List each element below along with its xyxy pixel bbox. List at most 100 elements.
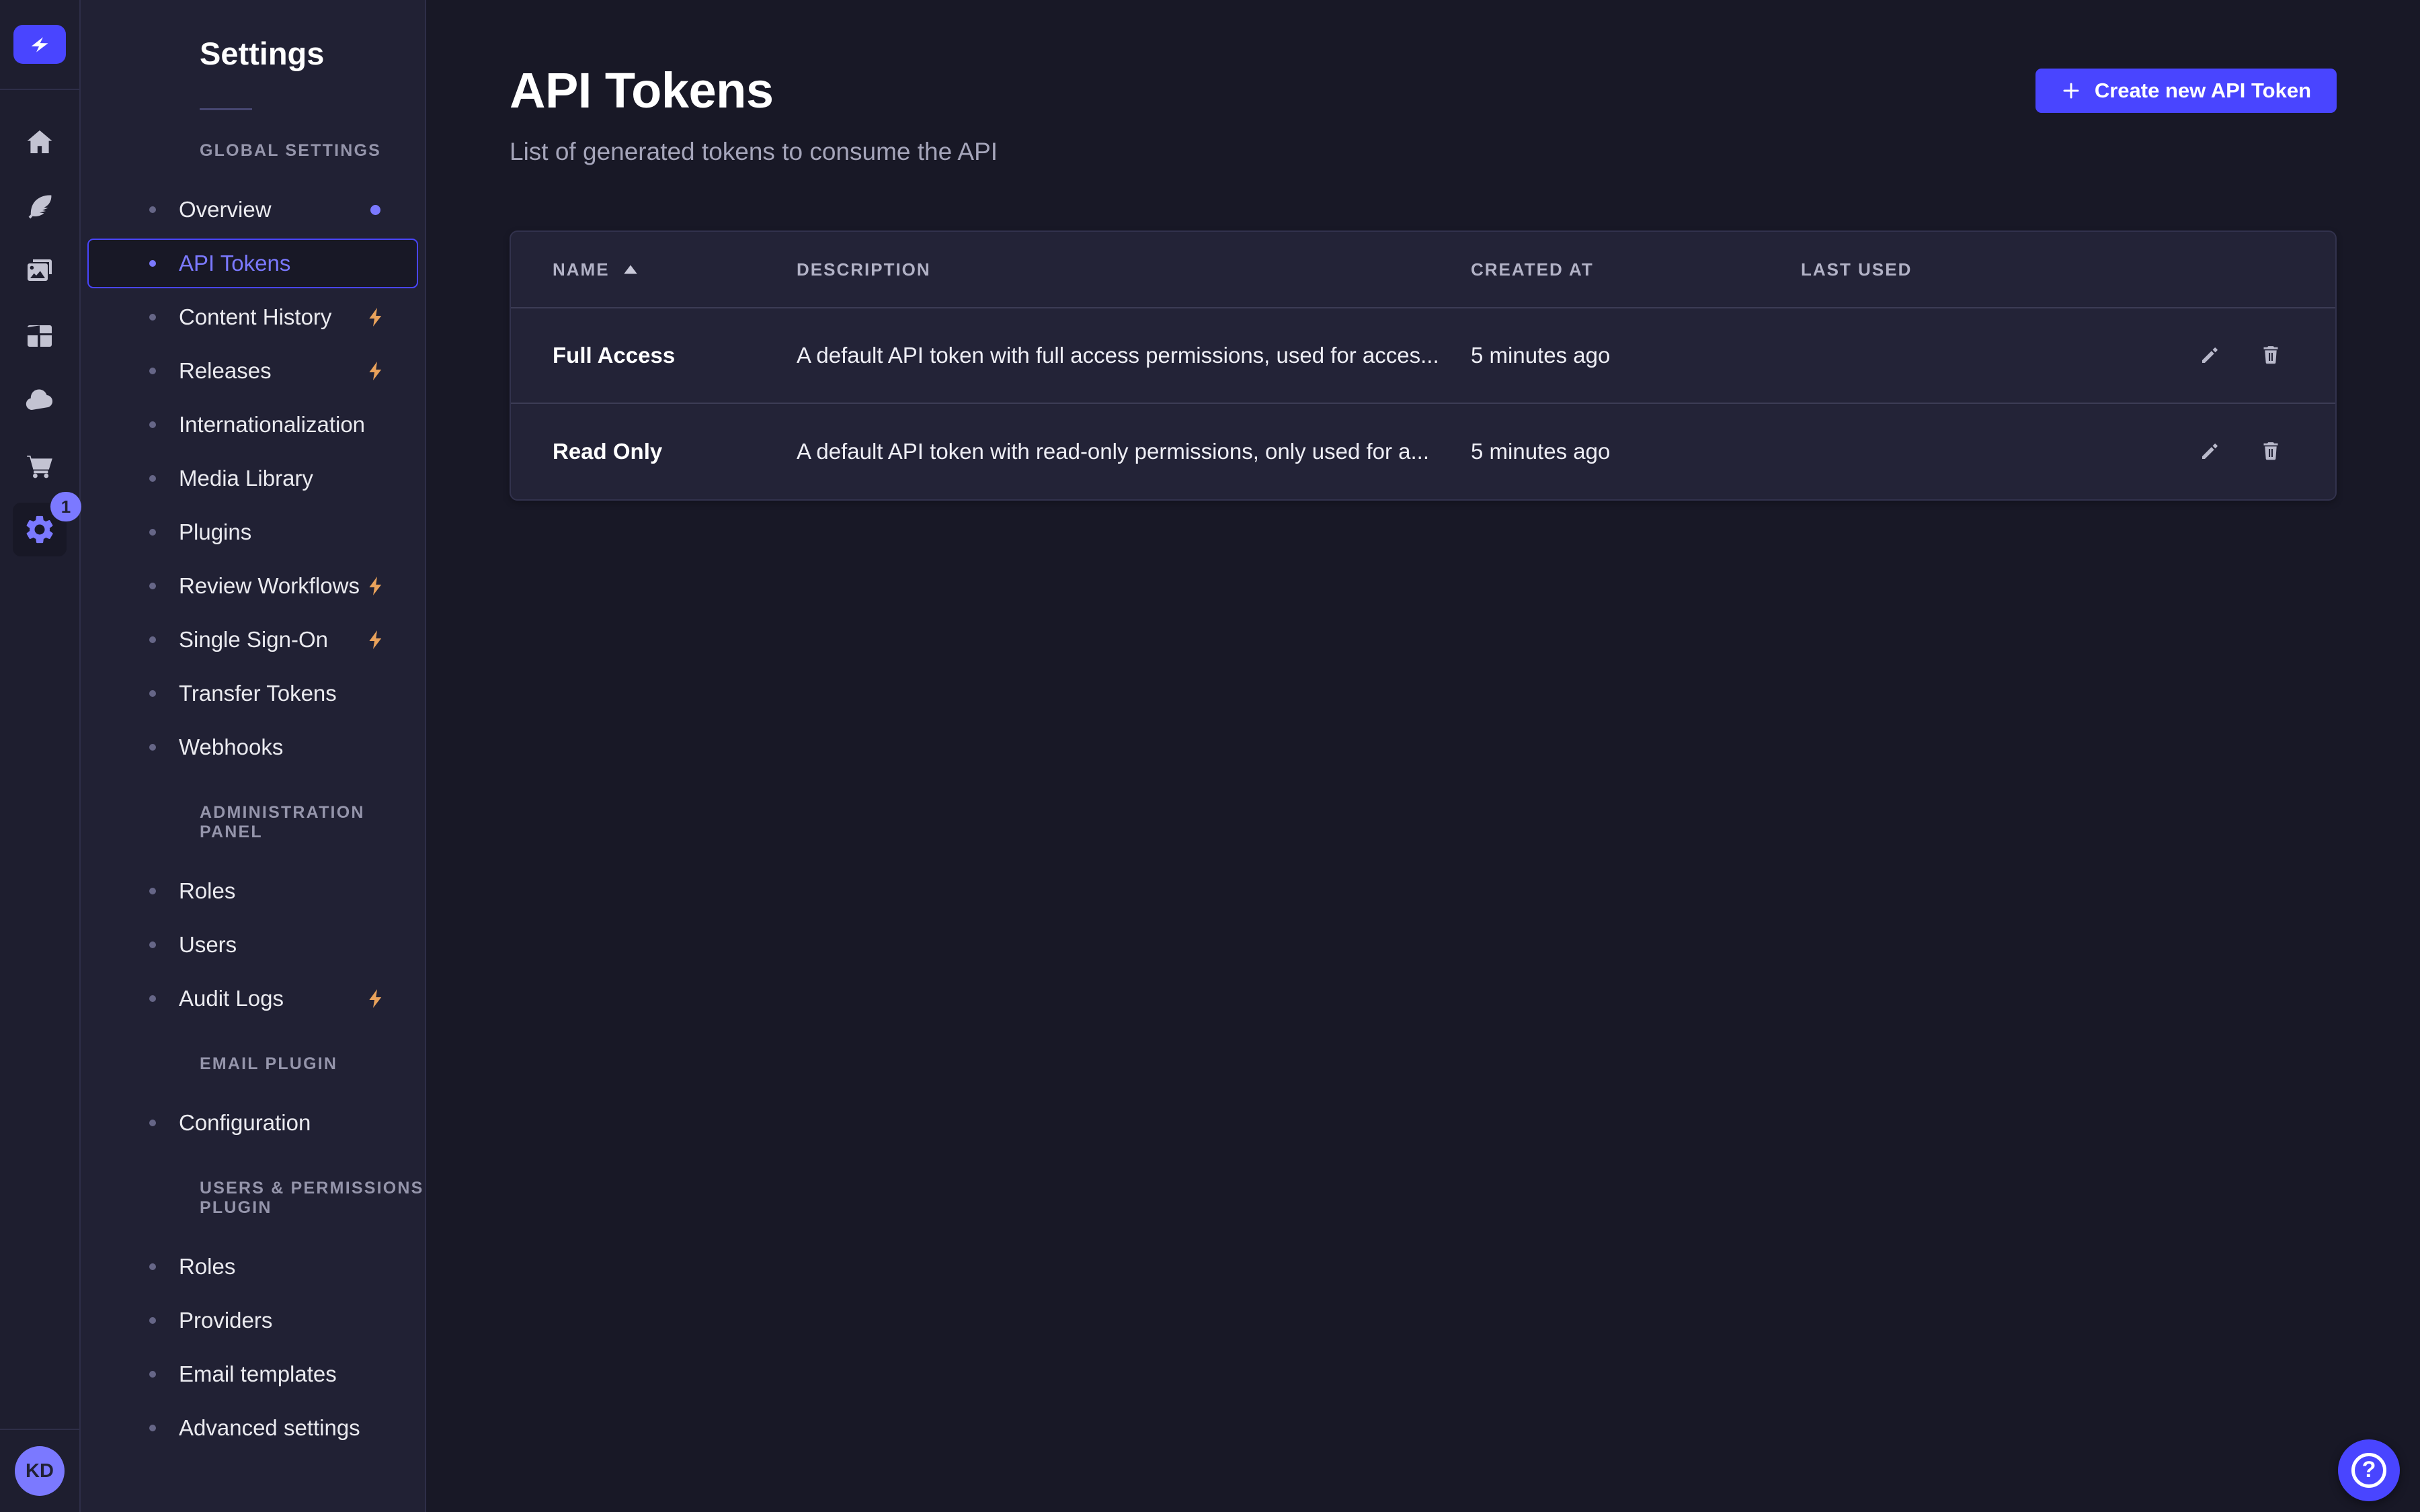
sidebar-item-label: Webhooks (179, 734, 283, 760)
column-header-description[interactable]: DESCRIPTION (797, 259, 1471, 280)
cell-created-at: 5 minutes ago (1471, 343, 1801, 368)
api-tokens-table-card: NAME DESCRIPTION CREATED ATLAST USED Full … (510, 230, 2337, 501)
bullet-icon (149, 888, 156, 894)
table-row[interactable]: Full AccessA default API token with full… (511, 308, 2335, 404)
home-icon (24, 126, 56, 159)
app-root: 1 KD Settings GLOBAL SETTINGSOverviewAPI… (0, 0, 2420, 1512)
edit-token-button[interactable] (2195, 437, 2225, 466)
lightning-bolt-icon (364, 628, 393, 651)
subnav-section: USERS & PERMISSIONS PLUGIN RolesProviders… (81, 1179, 425, 1453)
images-icon (24, 255, 56, 288)
bullet-icon (149, 421, 156, 428)
column-header-name[interactable]: NAME (553, 259, 797, 280)
rail-item-marketplace[interactable] (7, 433, 72, 497)
settings-notification-badge: 1 (50, 492, 81, 521)
bullet-icon (149, 529, 156, 536)
subnav-section-label: USERS & PERMISSIONS PLUGIN (81, 1179, 425, 1218)
bullet-icon (149, 995, 156, 1002)
rail-item-cloud[interactable] (7, 368, 72, 433)
notification-dot-icon (370, 205, 380, 215)
sidebar-item-single-sign-on[interactable]: Single Sign-On (87, 615, 418, 665)
help-button[interactable]: ? (2338, 1439, 2400, 1501)
rail-bottom: KD (0, 1429, 79, 1512)
rail-item-home[interactable] (7, 110, 72, 175)
subnav-section-label: ADMINISTRATION PANEL (81, 803, 425, 842)
rail-item-settings[interactable]: 1 (7, 497, 72, 562)
column-header-label: DESCRIPTION (797, 259, 931, 280)
edit-token-button[interactable] (2195, 341, 2225, 370)
bullet-icon (149, 636, 156, 643)
sidebar-item-webhooks[interactable]: Webhooks (87, 722, 418, 772)
bullet-icon (149, 260, 156, 267)
delete-token-button[interactable] (2256, 341, 2286, 370)
gear-icon (23, 513, 56, 546)
sidebar-item-providers[interactable]: Providers (87, 1296, 418, 1345)
sidebar-item-transfer-tokens[interactable]: Transfer Tokens (87, 669, 418, 718)
cell-description: A default API token with full access per… (797, 343, 1471, 368)
column-header-created-at[interactable]: CREATED AT (1471, 259, 1801, 280)
sidebar-item-label: Transfer Tokens (179, 681, 337, 706)
strapi-logo[interactable] (13, 25, 66, 64)
cell-created-at: 5 minutes ago (1471, 439, 1801, 464)
rail-icon-list: 1 (7, 90, 72, 562)
subnav-item-list: RolesProviders Email templates Advanced se… (81, 1242, 425, 1453)
cell-description: A default API token with read-only permi… (797, 439, 1471, 464)
sidebar-item-review-workflows[interactable]: Review Workflows (87, 561, 418, 611)
lightning-bolt-icon (364, 360, 393, 382)
sidebar-item-configuration[interactable]: Configuration (87, 1098, 418, 1148)
sidebar-item-label: Overview (179, 197, 272, 222)
rail-item-media-library[interactable] (7, 239, 72, 304)
question-mark-icon: ? (2351, 1453, 2386, 1488)
table-row[interactable]: Read OnlyA default API token with read-o… (511, 404, 2335, 499)
sidebar-item-label: Content History (179, 304, 331, 330)
bullet-icon (149, 314, 156, 321)
sort-ascending-icon (622, 263, 639, 276)
bullet-icon (149, 368, 156, 374)
column-header-last-used[interactable]: LAST USED (1801, 259, 2158, 280)
sidebar-item-label: Configuration (179, 1110, 311, 1136)
bullet-icon (149, 1425, 156, 1431)
sidebar-item-plugins[interactable]: Plugins (87, 507, 418, 557)
delete-token-button[interactable] (2256, 437, 2286, 466)
sidebar-item-content-history[interactable]: Content History (87, 292, 418, 342)
sidebar-item-advanced-settings[interactable]: Advanced settings (87, 1403, 418, 1453)
subnav-sections: GLOBAL SETTINGSOverviewAPI TokensContent… (81, 141, 425, 1453)
bullet-icon (149, 744, 156, 751)
sidebar-item-label: Releases (179, 358, 272, 384)
lightning-bolt-icon (364, 987, 393, 1010)
sidebar-item-roles[interactable]: Roles (87, 866, 418, 916)
page-subtitle: List of generated tokens to consume the … (510, 138, 998, 166)
bullet-icon (149, 1371, 156, 1378)
sidebar-item-label: Internationalization (179, 412, 365, 437)
sidebar-item-label: Plugins (179, 519, 251, 545)
bullet-icon (149, 690, 156, 697)
bullet-icon (149, 941, 156, 948)
sidebar-item-email-templates[interactable]: Email templates (87, 1349, 418, 1399)
sidebar-item-api-tokens[interactable]: API Tokens (87, 239, 418, 288)
subnav-section: EMAIL PLUGINConfiguration (81, 1054, 425, 1148)
sidebar-item-overview[interactable]: Overview (87, 185, 418, 235)
sidebar-item-users[interactable]: Users (87, 920, 418, 970)
rail-item-content-manager[interactable] (7, 175, 72, 239)
sidebar-item-media-library[interactable]: Media Library (87, 454, 418, 503)
trash-icon (2259, 343, 2283, 369)
sidebar-item-label: Email templates (179, 1361, 337, 1387)
user-avatar[interactable]: KD (15, 1446, 65, 1496)
logo-glyph (26, 31, 53, 58)
bullet-icon (149, 475, 156, 482)
sidebar-item-roles[interactable]: Roles (87, 1242, 418, 1292)
cloud-icon (24, 384, 56, 417)
column-header-label: NAME (553, 259, 610, 280)
sidebar-item-releases[interactable]: Releases (87, 346, 418, 396)
sidebar-item-audit-logs[interactable]: Audit Logs (87, 974, 418, 1023)
rail-item-content-type-builder[interactable] (7, 304, 72, 368)
subnav-title: Settings (81, 35, 425, 72)
bullet-icon (149, 1263, 156, 1270)
subnav-section: GLOBAL SETTINGSOverviewAPI TokensContent… (81, 141, 425, 772)
sidebar-item-internationalization[interactable]: Internationalization (87, 400, 418, 450)
subnav-item-list: Configuration (81, 1098, 425, 1148)
sidebar-item-label: Single Sign-On (179, 627, 328, 653)
create-api-token-button[interactable]: Create new API Token (2035, 69, 2337, 113)
main-nav-rail: 1 KD (0, 0, 81, 1512)
page-title: API Tokens (510, 62, 998, 119)
